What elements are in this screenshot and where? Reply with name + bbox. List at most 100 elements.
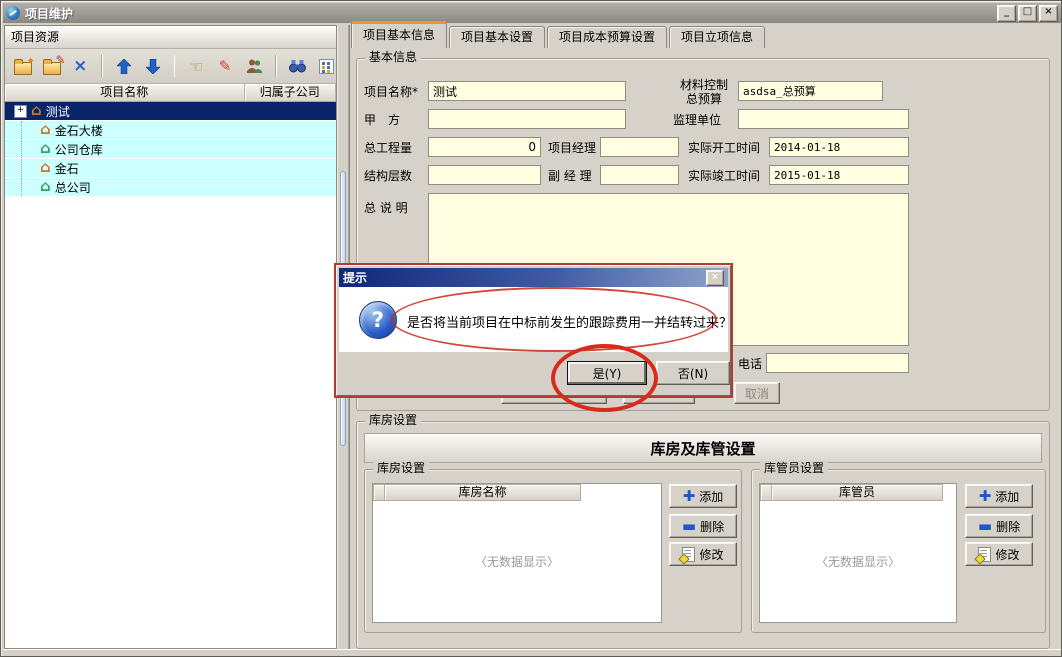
- plus-icon: ✚: [683, 490, 696, 502]
- storeroom-table: 库房名称 〈无数据显示〉: [372, 483, 662, 623]
- column-project-name[interactable]: 项目名称: [5, 84, 245, 101]
- total-quantity-input[interactable]: [428, 137, 541, 157]
- house-green-icon: ⌂: [40, 141, 51, 155]
- keeper-table: 库管员 〈无数据显示〉: [759, 483, 957, 623]
- keeper-add-button[interactable]: ✚添加: [965, 484, 1033, 508]
- question-icon: ?: [359, 301, 397, 339]
- window-titlebar: 项目维护 _ □ ×: [3, 3, 1061, 23]
- material-budget-label: 材料控制总预算: [673, 78, 735, 106]
- empty-data-text: 〈无数据显示〉: [373, 553, 661, 570]
- actual-end-label: 实际竣工时间: [688, 169, 760, 183]
- minus-icon: ▬: [682, 521, 696, 531]
- house-orange-icon: ⌂: [40, 160, 51, 174]
- tree-connector: [21, 159, 36, 177]
- phone-label: 电话: [738, 357, 762, 371]
- dialog-title: 提示: [343, 269, 367, 286]
- house-orange-icon: ⌂: [31, 103, 42, 117]
- toolbar-separator: [174, 55, 176, 77]
- party-a-input[interactable]: [428, 109, 626, 129]
- tab-project-approval-info[interactable]: 项目立项信息: [669, 26, 765, 48]
- tree-row[interactable]: ⌂ 总公司: [5, 178, 336, 197]
- project-resource-panel: 项目资源 ✦ ✎ × ☜ ✎: [4, 25, 337, 649]
- keeper-column-header[interactable]: 库管员: [772, 484, 943, 501]
- window-title: 项目维护: [25, 5, 73, 22]
- dialog-close-button[interactable]: ×: [706, 270, 724, 286]
- edit-doc-icon: [682, 547, 695, 562]
- minimize-button[interactable]: _: [997, 5, 1016, 22]
- keeper-subgroup-title: 库管员设置: [760, 461, 828, 475]
- project-manager-input[interactable]: [600, 137, 679, 157]
- dialog-frame: 提示 × ? 是否将当前项目在中标前发生的跟踪费用一并结转过来？ 是(Y) 否(…: [336, 265, 731, 396]
- warehouse-banner: 库房及库管设置: [364, 433, 1042, 463]
- users-icon[interactable]: [244, 56, 264, 76]
- close-button[interactable]: ×: [1039, 5, 1058, 22]
- empty-data-text: 〈无数据显示〉: [760, 553, 956, 570]
- tree-item-label: 公司仓库: [55, 141, 103, 158]
- storeroom-add-button[interactable]: ✚添加: [669, 484, 737, 508]
- tab-cost-budget-settings[interactable]: 项目成本预算设置: [547, 26, 667, 48]
- cancel-button[interactable]: 取消: [734, 382, 780, 404]
- edit-folder-icon[interactable]: ✎: [42, 56, 62, 76]
- dialog-message: 是否将当前项目在中标前发生的跟踪费用一并结转过来？: [407, 312, 732, 331]
- actual-start-input[interactable]: [769, 137, 909, 157]
- tree-row[interactable]: ⌂ 金石: [5, 159, 336, 178]
- storeroom-column-header[interactable]: 库房名称: [385, 484, 581, 501]
- keeper-modify-button[interactable]: 修改: [965, 542, 1033, 566]
- maximize-button[interactable]: □: [1018, 5, 1037, 22]
- pencil-icon[interactable]: ✎: [215, 56, 235, 76]
- grid-view-icon[interactable]: [316, 56, 336, 76]
- panel-header: 项目资源: [5, 26, 336, 49]
- tree-item-label: 总公司: [55, 179, 91, 196]
- dialog-body: ? 是否将当前项目在中标前发生的跟踪费用一并结转过来？: [339, 287, 728, 358]
- edit-doc-icon: [978, 547, 991, 562]
- tree-row[interactable]: ⌂ 公司仓库: [5, 140, 336, 159]
- app-window: 项目维护 _ □ × 项目资源 ✦ ✎ × ☜ ✎: [0, 0, 1062, 657]
- tree-column-header: 项目名称 归属子公司: [5, 84, 336, 102]
- table-corner-cell: [373, 484, 385, 501]
- binoculars-icon[interactable]: [288, 56, 308, 76]
- status-bar: [3, 649, 1061, 656]
- structure-layers-input[interactable]: [428, 165, 541, 185]
- party-a-label: 甲 方: [364, 113, 400, 127]
- dialog-titlebar: 提示 ×: [339, 268, 728, 287]
- project-name-input[interactable]: [428, 81, 626, 101]
- storeroom-subgroup-title: 库房设置: [373, 461, 429, 475]
- tree-connector: [21, 121, 36, 139]
- material-budget-input[interactable]: [738, 81, 883, 101]
- tab-project-basic-settings[interactable]: 项目基本设置: [449, 26, 545, 48]
- move-up-icon[interactable]: [114, 56, 134, 76]
- expand-icon[interactable]: +: [14, 105, 27, 118]
- warehouse-group-title: 库房设置: [365, 413, 421, 427]
- storeroom-modify-button[interactable]: 修改: [669, 542, 737, 566]
- column-subcompany[interactable]: 归属子公司: [245, 84, 336, 101]
- table-corner-cell: [760, 484, 772, 501]
- phone-input[interactable]: [766, 353, 909, 373]
- move-down-icon[interactable]: [143, 56, 163, 76]
- minus-icon: ▬: [978, 521, 992, 531]
- keeper-remove-button[interactable]: ▬删除: [965, 514, 1033, 538]
- tab-strip: 项目基本信息 项目基本设置 项目成本预算设置 项目立项信息: [351, 24, 765, 48]
- total-quantity-label: 总工程量: [364, 141, 412, 155]
- house-green-icon: ⌂: [40, 179, 51, 193]
- new-folder-icon[interactable]: ✦: [13, 56, 33, 76]
- deputy-manager-input[interactable]: [600, 165, 679, 185]
- tree-connector: [21, 140, 36, 158]
- yes-button[interactable]: 是(Y): [567, 361, 647, 385]
- supervisor-label: 监理单位: [673, 113, 721, 127]
- tree-connector: [21, 178, 36, 196]
- deputy-manager-label: 副 经 理: [548, 169, 592, 183]
- tree-row[interactable]: ⌂ 金石大楼: [5, 121, 336, 140]
- tree-toolbar: ✦ ✎ × ☜ ✎: [5, 49, 336, 84]
- delete-icon[interactable]: ×: [70, 56, 90, 76]
- house-orange-icon: ⌂: [40, 122, 51, 136]
- actual-start-label: 实际开工时间: [688, 141, 760, 155]
- actual-end-input[interactable]: [769, 165, 909, 185]
- dialog-footer: 是(Y) 否(N): [339, 352, 728, 393]
- no-button[interactable]: 否(N): [656, 361, 730, 385]
- storeroom-remove-button[interactable]: ▬删除: [669, 514, 737, 538]
- tree-row[interactable]: + ⌂ 测试: [5, 102, 336, 121]
- hand-pointer-icon[interactable]: ☜: [186, 56, 206, 76]
- supervisor-input[interactable]: [738, 109, 909, 129]
- toolbar-separator: [275, 55, 277, 77]
- tab-project-basic-info[interactable]: 项目基本信息: [351, 21, 447, 48]
